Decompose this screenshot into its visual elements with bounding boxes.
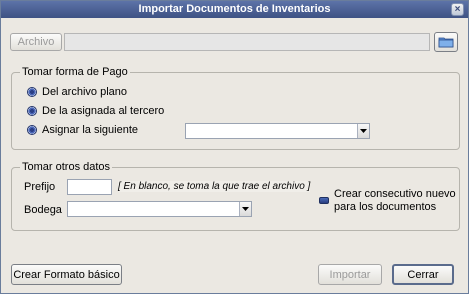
radio-label: Del archivo plano: [42, 86, 127, 98]
forma-pago-group: Tomar forma de Pago Del archivo plano De…: [11, 66, 460, 150]
checkbox-icon: [319, 197, 329, 204]
radio-icon: [27, 87, 37, 97]
title-bar[interactable]: Importar Documentos de Inventarios ×: [1, 1, 468, 18]
chevron-down-icon[interactable]: [357, 124, 369, 138]
radio-asignada-tercero[interactable]: De la asignada al tercero: [27, 105, 164, 117]
window-title: Importar Documentos de Inventarios: [138, 3, 331, 15]
cerrar-button[interactable]: Cerrar: [392, 264, 454, 285]
radio-label: De la asignada al tercero: [42, 105, 165, 117]
archivo-path-field[interactable]: [64, 33, 430, 51]
prefijo-input[interactable]: [67, 179, 112, 195]
bodega-label: Bodega: [24, 204, 62, 216]
radio-archivo-plano[interactable]: Del archivo plano: [27, 86, 127, 98]
importar-button[interactable]: Importar: [318, 264, 382, 285]
forma-pago-select[interactable]: [185, 123, 370, 139]
archivo-button[interactable]: Archivo: [10, 33, 62, 51]
prefijo-label: Prefijo: [24, 181, 56, 193]
radio-icon: [27, 125, 37, 135]
consecutivo-label-line-2: para los documentos: [334, 201, 437, 213]
radio-label: Asignar la siguiente: [42, 124, 139, 136]
chevron-down-icon[interactable]: [239, 202, 251, 216]
prefijo-note: [ En blanco, se toma la que trae el arch…: [118, 181, 311, 192]
consecutivo-checkbox[interactable]: [319, 197, 329, 204]
crear-formato-basico-button[interactable]: Crear Formato básico: [11, 264, 122, 285]
forma-pago-legend: Tomar forma de Pago: [20, 66, 130, 78]
import-dialog-window: Importar Documentos de Inventarios × Arc…: [0, 0, 469, 294]
consecutivo-label-line-1: Crear consecutivo nuevo: [334, 188, 456, 200]
browse-folder-button[interactable]: [434, 32, 458, 52]
otros-datos-legend: Tomar otros datos: [20, 161, 113, 173]
radio-asignar-siguiente[interactable]: Asignar la siguiente: [27, 124, 138, 136]
bodega-select[interactable]: [67, 201, 252, 217]
close-button[interactable]: ×: [451, 3, 464, 16]
otros-datos-group: Tomar otros datos Prefijo [ En blanco, s…: [11, 161, 460, 231]
radio-icon: [27, 106, 37, 116]
folder-icon: [438, 37, 454, 48]
